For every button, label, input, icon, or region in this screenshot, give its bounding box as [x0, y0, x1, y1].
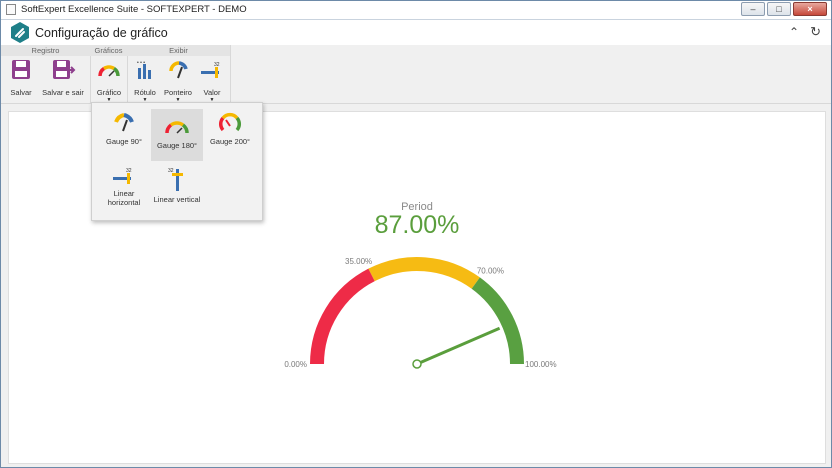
tick-label-1: 35.00%	[345, 257, 372, 266]
gauge-180-icon	[165, 121, 189, 134]
gauge-chart: 0.00% 35.00% 70.00% 100.00%	[284, 257, 557, 369]
option-label: Gauge 180°	[156, 141, 198, 150]
svg-text:32: 32	[168, 168, 174, 174]
app-window: SoftExpert Excellence Suite - SOFTEXPERT…	[0, 0, 832, 468]
tick-label-3: 100.00%	[525, 360, 557, 369]
option-gauge-180[interactable]: Gauge 180°	[151, 109, 203, 161]
linear-horizontal-icon: 32	[113, 168, 132, 184]
svg-text:32: 32	[126, 168, 132, 174]
gauge-90-icon	[114, 113, 134, 132]
option-gauge-200[interactable]: Gauge 200°	[204, 111, 256, 161]
chart-type-dropdown: Gauge 90° Gauge 180° Gauge 200° 32 Linea…	[91, 102, 263, 221]
option-linear-vertical[interactable]: 32 Linear vertical	[151, 167, 203, 215]
gauge-band-1	[368, 257, 480, 289]
tick-label-0: 0.00%	[284, 360, 307, 369]
tick-label-2: 70.00%	[477, 266, 504, 275]
option-label: Gauge 200°	[209, 137, 251, 146]
linear-vertical-icon: 32	[168, 168, 183, 191]
gauge-200-icon	[218, 112, 242, 132]
option-gauge-90[interactable]: Gauge 90°	[98, 111, 150, 161]
gauge-needle-hub	[412, 359, 422, 369]
gauge-band-0	[310, 268, 375, 365]
option-label: Linear vertical	[153, 195, 201, 204]
option-label: Gauge 90°	[106, 137, 142, 146]
gauge-needle	[416, 326, 501, 366]
option-linear-horizontal[interactable]: 32 Linear horizontal	[98, 167, 150, 215]
gauge-band-2	[471, 277, 524, 365]
option-label: Linear horizontal	[107, 189, 141, 207]
